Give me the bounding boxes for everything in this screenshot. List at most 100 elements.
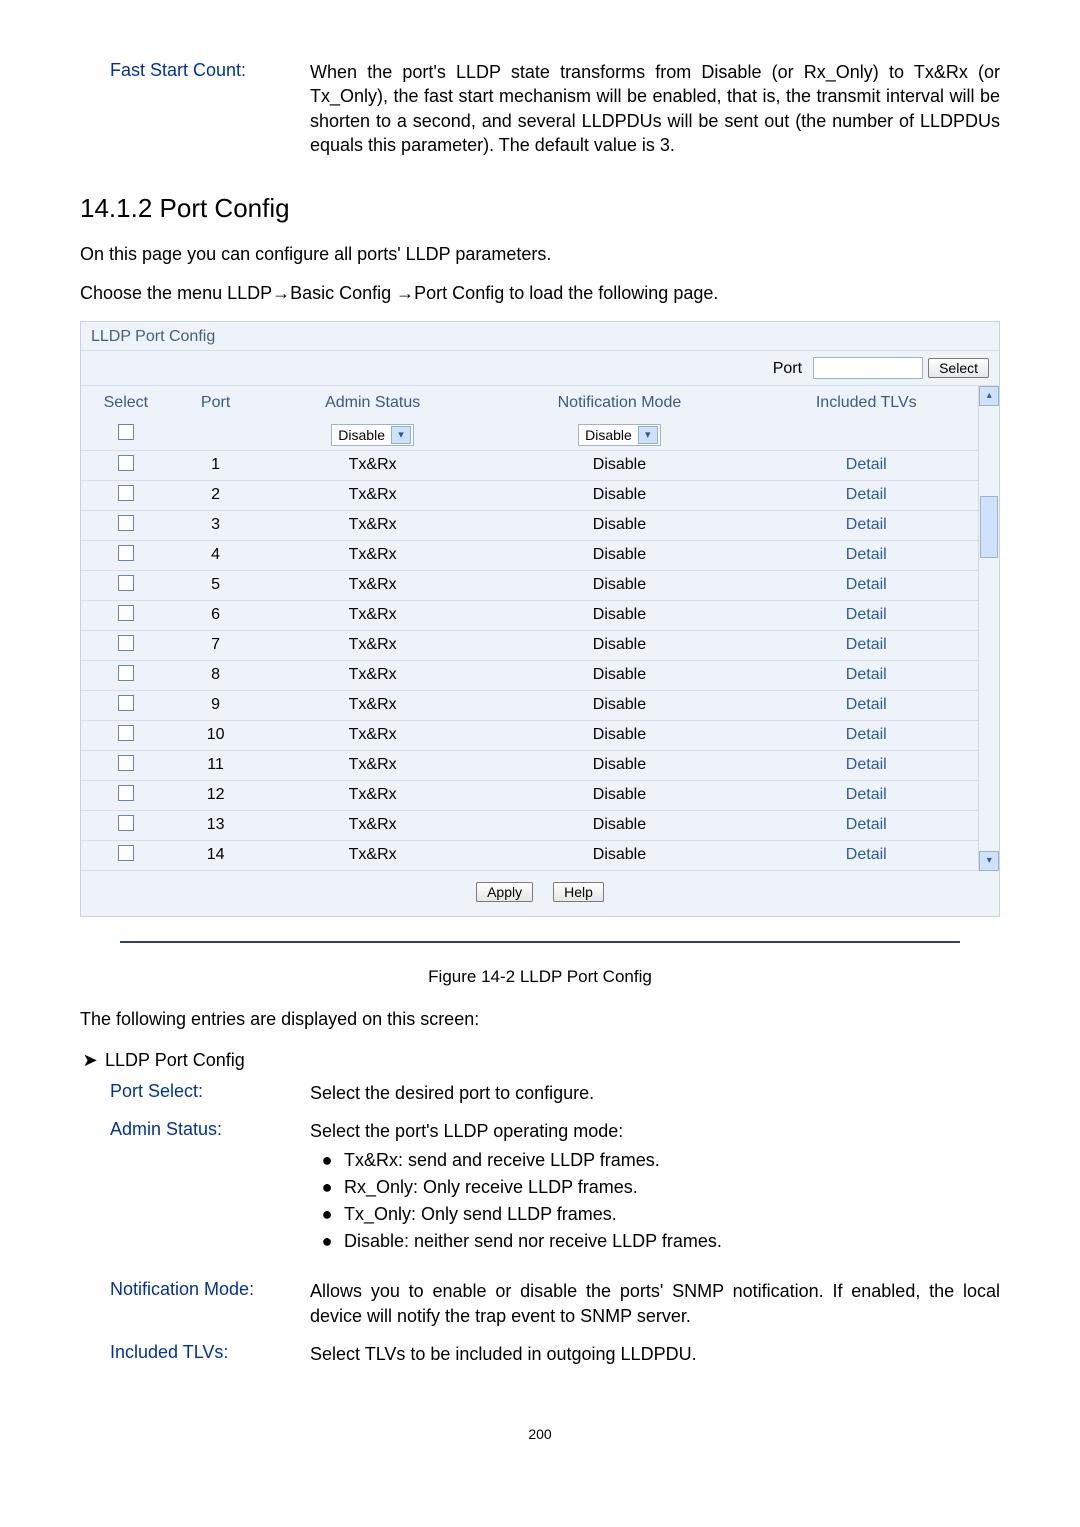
- cell-admin: Tx&Rx: [260, 600, 484, 630]
- list-item: ●Rx_Only: Only receive LLDP frames.: [310, 1174, 1000, 1201]
- port-filter-input[interactable]: [813, 357, 923, 379]
- cell-notif: Disable: [485, 810, 754, 840]
- bullet-text: Disable: neither send nor receive LLDP f…: [344, 1228, 722, 1255]
- cell-notif: Disable: [485, 630, 754, 660]
- col-tlvs: Included TLVs: [754, 386, 978, 420]
- table-row: 8Tx&RxDisableDetail: [81, 660, 978, 690]
- row-checkbox[interactable]: [118, 605, 134, 621]
- cell-port: 1: [171, 450, 261, 480]
- detail-link[interactable]: Detail: [846, 816, 887, 833]
- admin-status-label: Admin Status:: [80, 1119, 310, 1265]
- included-tlvs-label: Included TLVs:: [80, 1342, 310, 1366]
- table-row: 6Tx&RxDisableDetail: [81, 600, 978, 630]
- help-button[interactable]: Help: [553, 882, 604, 902]
- table-row: 9Tx&RxDisableDetail: [81, 690, 978, 720]
- select-all-checkbox[interactable]: [118, 424, 134, 440]
- cell-notif: Disable: [485, 840, 754, 870]
- cell-port: 13: [171, 810, 261, 840]
- row-checkbox[interactable]: [118, 575, 134, 591]
- notification-mode-label: Notification Mode:: [80, 1279, 310, 1328]
- notification-mode-text: Allows you to enable or disable the port…: [310, 1279, 1000, 1328]
- table-row: 1Tx&RxDisableDetail: [81, 450, 978, 480]
- row-checkbox[interactable]: [118, 785, 134, 801]
- detail-link[interactable]: Detail: [846, 516, 887, 533]
- detail-link[interactable]: Detail: [846, 846, 887, 863]
- detail-link[interactable]: Detail: [846, 546, 887, 563]
- row-checkbox[interactable]: [118, 815, 134, 831]
- col-port: Port: [171, 386, 261, 420]
- admin-status-intro: Select the port's LLDP operating mode:: [310, 1119, 1000, 1143]
- bullet-text: Tx_Only: Only send LLDP frames.: [344, 1201, 617, 1228]
- cell-port: 4: [171, 540, 261, 570]
- notification-mode-value: Disable: [585, 427, 632, 443]
- section-heading: 14.1.2 Port Config: [80, 193, 1000, 224]
- detail-link[interactable]: Detail: [846, 576, 887, 593]
- select-button[interactable]: Select: [928, 358, 989, 378]
- col-select: Select: [81, 386, 171, 420]
- figure-caption: Figure 14-2 LLDP Port Config: [80, 967, 1000, 987]
- table-row: 12Tx&RxDisableDetail: [81, 780, 978, 810]
- table-row: 10Tx&RxDisableDetail: [81, 720, 978, 750]
- row-checkbox[interactable]: [118, 635, 134, 651]
- cell-admin: Tx&Rx: [260, 510, 484, 540]
- table-row: 7Tx&RxDisableDetail: [81, 630, 978, 660]
- cell-admin: Tx&Rx: [260, 570, 484, 600]
- cell-notif: Disable: [485, 720, 754, 750]
- scroll-up-icon[interactable]: ▴: [979, 386, 999, 406]
- apply-button[interactable]: Apply: [476, 882, 533, 902]
- lldp-table: Select Port Admin Status Notification Mo…: [81, 386, 978, 871]
- sub-heading-row: ➤ LLDP Port Config: [80, 1050, 1000, 1071]
- detail-link[interactable]: Detail: [846, 696, 887, 713]
- detail-link[interactable]: Detail: [846, 456, 887, 473]
- fast-start-count-row: Fast Start Count: When the port's LLDP s…: [80, 60, 1000, 157]
- admin-status-value: Disable: [338, 427, 385, 443]
- cell-port: 3: [171, 510, 261, 540]
- table-row: 11Tx&RxDisableDetail: [81, 750, 978, 780]
- fast-start-count-label: Fast Start Count:: [80, 60, 310, 157]
- admin-status-dropdown[interactable]: Disable ▾: [331, 424, 414, 446]
- scroll-thumb[interactable]: [980, 496, 998, 558]
- detail-link[interactable]: Detail: [846, 726, 887, 743]
- detail-link[interactable]: Detail: [846, 606, 887, 623]
- detail-link[interactable]: Detail: [846, 636, 887, 653]
- detail-link[interactable]: Detail: [846, 486, 887, 503]
- cell-admin: Tx&Rx: [260, 660, 484, 690]
- scroll-down-icon[interactable]: ▾: [979, 851, 999, 871]
- cell-notif: Disable: [485, 480, 754, 510]
- list-item: ●Tx&Rx: send and receive LLDP frames.: [310, 1147, 1000, 1174]
- triangle-right-icon: ➤: [80, 1050, 100, 1071]
- port-select-text: Select the desired port to configure.: [310, 1081, 1000, 1105]
- bullet-icon: ●: [310, 1174, 344, 1201]
- detail-link[interactable]: Detail: [846, 756, 887, 773]
- row-checkbox[interactable]: [118, 455, 134, 471]
- page-number: 200: [80, 1426, 1000, 1442]
- detail-link[interactable]: Detail: [846, 666, 887, 683]
- row-checkbox[interactable]: [118, 695, 134, 711]
- table-row: 2Tx&RxDisableDetail: [81, 480, 978, 510]
- cell-admin: Tx&Rx: [260, 480, 484, 510]
- detail-link[interactable]: Detail: [846, 786, 887, 803]
- cell-notif: Disable: [485, 600, 754, 630]
- notification-mode-dropdown[interactable]: Disable ▾: [578, 424, 661, 446]
- row-checkbox[interactable]: [118, 545, 134, 561]
- cell-port: 7: [171, 630, 261, 660]
- scroll-track[interactable]: [979, 406, 999, 851]
- cell-notif: Disable: [485, 450, 754, 480]
- table-scrollbar[interactable]: ▴ ▾: [978, 386, 999, 871]
- row-checkbox[interactable]: [118, 845, 134, 861]
- row-checkbox[interactable]: [118, 485, 134, 501]
- chevron-down-icon: ▾: [638, 426, 658, 444]
- col-notif: Notification Mode: [485, 386, 754, 420]
- entries-intro: The following entries are displayed on t…: [80, 1007, 1000, 1032]
- bullet-icon: ●: [310, 1147, 344, 1174]
- cell-admin: Tx&Rx: [260, 540, 484, 570]
- included-tlvs-row: Included TLVs: Select TLVs to be include…: [80, 1342, 1000, 1366]
- row-checkbox[interactable]: [118, 755, 134, 771]
- bullet-icon: ●: [310, 1228, 344, 1255]
- panel-title: LLDP Port Config: [81, 322, 999, 351]
- row-checkbox[interactable]: [118, 665, 134, 681]
- cell-admin: Tx&Rx: [260, 810, 484, 840]
- row-checkbox[interactable]: [118, 515, 134, 531]
- table-row: 14Tx&RxDisableDetail: [81, 840, 978, 870]
- row-checkbox[interactable]: [118, 725, 134, 741]
